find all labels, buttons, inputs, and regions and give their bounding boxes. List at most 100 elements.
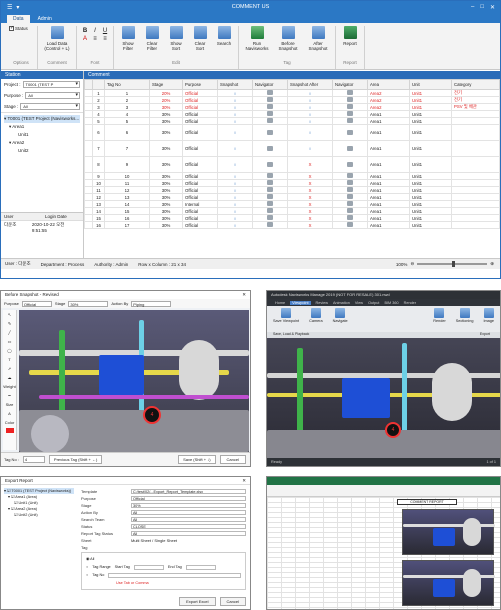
area-cell[interactable]: Area2 <box>367 103 410 111</box>
navigator-after-cell[interactable] <box>332 156 368 173</box>
row-number[interactable]: 4 <box>92 110 105 118</box>
area-cell[interactable]: Area1 <box>367 110 410 118</box>
navigator-icon[interactable] <box>347 173 353 178</box>
purpose-cell[interactable]: Official <box>182 172 218 180</box>
tag-no-cell[interactable]: 2 <box>104 96 150 104</box>
navigator-icon[interactable] <box>267 111 273 116</box>
unit-cell[interactable]: Unit1 <box>409 96 452 104</box>
stage-cell[interactable]: 30% <box>149 124 183 141</box>
area-cell[interactable]: Area1 <box>367 117 410 125</box>
navigator-cell[interactable] <box>252 110 288 118</box>
column-header[interactable]: Navigator <box>332 79 368 90</box>
snapshot-after-cell[interactable]: ○ <box>287 140 333 157</box>
unit-cell[interactable]: Unit1 <box>409 172 452 180</box>
sheet-radio-group[interactable]: Multi Sheet / Single Sheet <box>131 538 177 543</box>
navigator-cell[interactable] <box>252 186 288 194</box>
navigator-icon[interactable] <box>267 187 273 192</box>
row-selector[interactable] <box>84 186 93 194</box>
navigator-icon[interactable] <box>267 97 273 102</box>
row-number[interactable]: 16 <box>92 221 105 229</box>
unit-cell[interactable]: Unit1 <box>409 193 452 201</box>
select-tool-icon[interactable]: ↖ <box>3 310 16 319</box>
report-tag-status-select[interactable]: All <box>131 531 246 536</box>
tag-no-cell[interactable]: 16 <box>104 214 150 222</box>
save-viewpoint-button[interactable]: Save Viewpoint <box>273 308 299 323</box>
stage-cell[interactable]: 20% <box>149 96 183 104</box>
tag-no-cell[interactable]: 15 <box>104 207 150 215</box>
navigator-after-cell[interactable] <box>332 140 368 157</box>
navigator-icon[interactable] <box>347 90 353 95</box>
category-cell[interactable] <box>451 193 500 201</box>
snapshot-after-cell[interactable]: X <box>287 186 333 194</box>
navisworks-viewport[interactable]: 4 <box>267 338 500 460</box>
navigate-button[interactable]: Navigate <box>333 308 348 323</box>
tag-marker[interactable]: 4 <box>385 422 401 438</box>
tag-no-cell[interactable]: 12 <box>104 186 150 194</box>
stage-cell[interactable]: 30% <box>149 214 183 222</box>
text-tool-icon[interactable]: T <box>3 355 16 364</box>
column-header[interactable]: Stage <box>149 79 183 90</box>
after-snapshot-button[interactable]: After Snapshot <box>305 26 331 51</box>
navigator-cell[interactable] <box>252 140 288 157</box>
purpose-select[interactable]: All <box>25 92 80 99</box>
underline-button[interactable]: U <box>101 28 109 34</box>
tag-no-cell[interactable]: 5 <box>104 117 150 125</box>
navigator-after-cell[interactable] <box>332 186 368 194</box>
area-cell[interactable]: Area1 <box>367 124 410 141</box>
tag-no-cell[interactable]: 11 <box>104 179 150 187</box>
stage-cell[interactable]: 30% <box>149 156 183 173</box>
navigator-after-cell[interactable] <box>332 200 368 208</box>
italic-button[interactable]: I <box>91 28 99 34</box>
navigator-after-cell[interactable] <box>332 117 368 125</box>
navigator-cell[interactable] <box>252 221 288 229</box>
navigator-cell[interactable] <box>252 103 288 111</box>
navigator-icon[interactable] <box>347 194 353 199</box>
row-number[interactable]: 2 <box>92 96 105 104</box>
stage-select[interactable]: 30% <box>68 300 109 307</box>
snapshot-after-cell[interactable]: X <box>287 179 333 187</box>
rectangle-tool-icon[interactable]: ▭ <box>3 337 16 346</box>
snapshot-after-cell[interactable]: ○ <box>287 117 333 125</box>
area-cell[interactable]: Area1 <box>367 156 410 173</box>
navigator-icon[interactable] <box>347 97 353 102</box>
unit-cell[interactable]: Unit1 <box>409 156 452 173</box>
snapshot-cell[interactable]: ○ <box>217 200 253 208</box>
column-header[interactable]: Tag No <box>104 79 150 90</box>
purpose-cell[interactable]: Official <box>182 96 218 104</box>
row-selector[interactable] <box>84 89 93 97</box>
row-selector[interactable] <box>84 200 93 208</box>
tag-option-range[interactable]: ○ Tag Range Start Tag End Tag <box>86 563 241 571</box>
snapshot-after-cell[interactable]: X <box>287 193 333 201</box>
navigation-wheel[interactable] <box>31 415 69 452</box>
nw-tab-view[interactable]: View <box>355 301 363 305</box>
row-selector[interactable] <box>84 221 93 229</box>
area-cell[interactable]: Area1 <box>367 172 410 180</box>
stage-cell[interactable]: 20% <box>149 89 183 97</box>
category-cell[interactable] <box>451 140 500 157</box>
table-row[interactable]: 13 14 30% Internal ○ X Area1 Unit1 <box>84 200 500 208</box>
tag-no-field[interactable] <box>108 572 241 578</box>
row-selector[interactable] <box>84 172 93 180</box>
row-number[interactable]: 6 <box>92 124 105 141</box>
row-selector[interactable] <box>84 110 93 118</box>
stage-select[interactable]: All <box>20 103 80 110</box>
category-cell[interactable] <box>451 221 500 229</box>
close-icon[interactable]: ✕ <box>242 477 250 484</box>
row-number[interactable]: 14 <box>92 207 105 215</box>
category-cell[interactable] <box>451 186 500 194</box>
stage-cell[interactable]: 30% <box>149 179 183 187</box>
clear-filter-button[interactable]: Clear Filter <box>142 26 162 51</box>
row-number[interactable]: 8 <box>92 156 105 173</box>
unit-cell[interactable]: Unit1 <box>409 200 452 208</box>
area-cell[interactable]: Area2 <box>367 96 410 104</box>
search-team-select[interactable]: All <box>131 517 246 522</box>
font-color-button[interactable]: A <box>81 36 89 42</box>
table-row[interactable]: 9 10 30% Official ○ X Area1 Unit1 <box>84 172 500 180</box>
snapshot-cell[interactable]: ○ <box>217 124 253 141</box>
snapshot-cell[interactable]: ○ <box>217 96 253 104</box>
table-row[interactable]: 10 11 30% Official ○ X Area1 Unit1 <box>84 179 500 187</box>
navigator-cell[interactable] <box>252 193 288 201</box>
tag-no-cell[interactable]: 10 <box>104 172 150 180</box>
area-cell[interactable]: Area1 <box>367 179 410 187</box>
previous-tag-button[interactable]: Previous Tag (Shift + ←) <box>48 455 103 464</box>
